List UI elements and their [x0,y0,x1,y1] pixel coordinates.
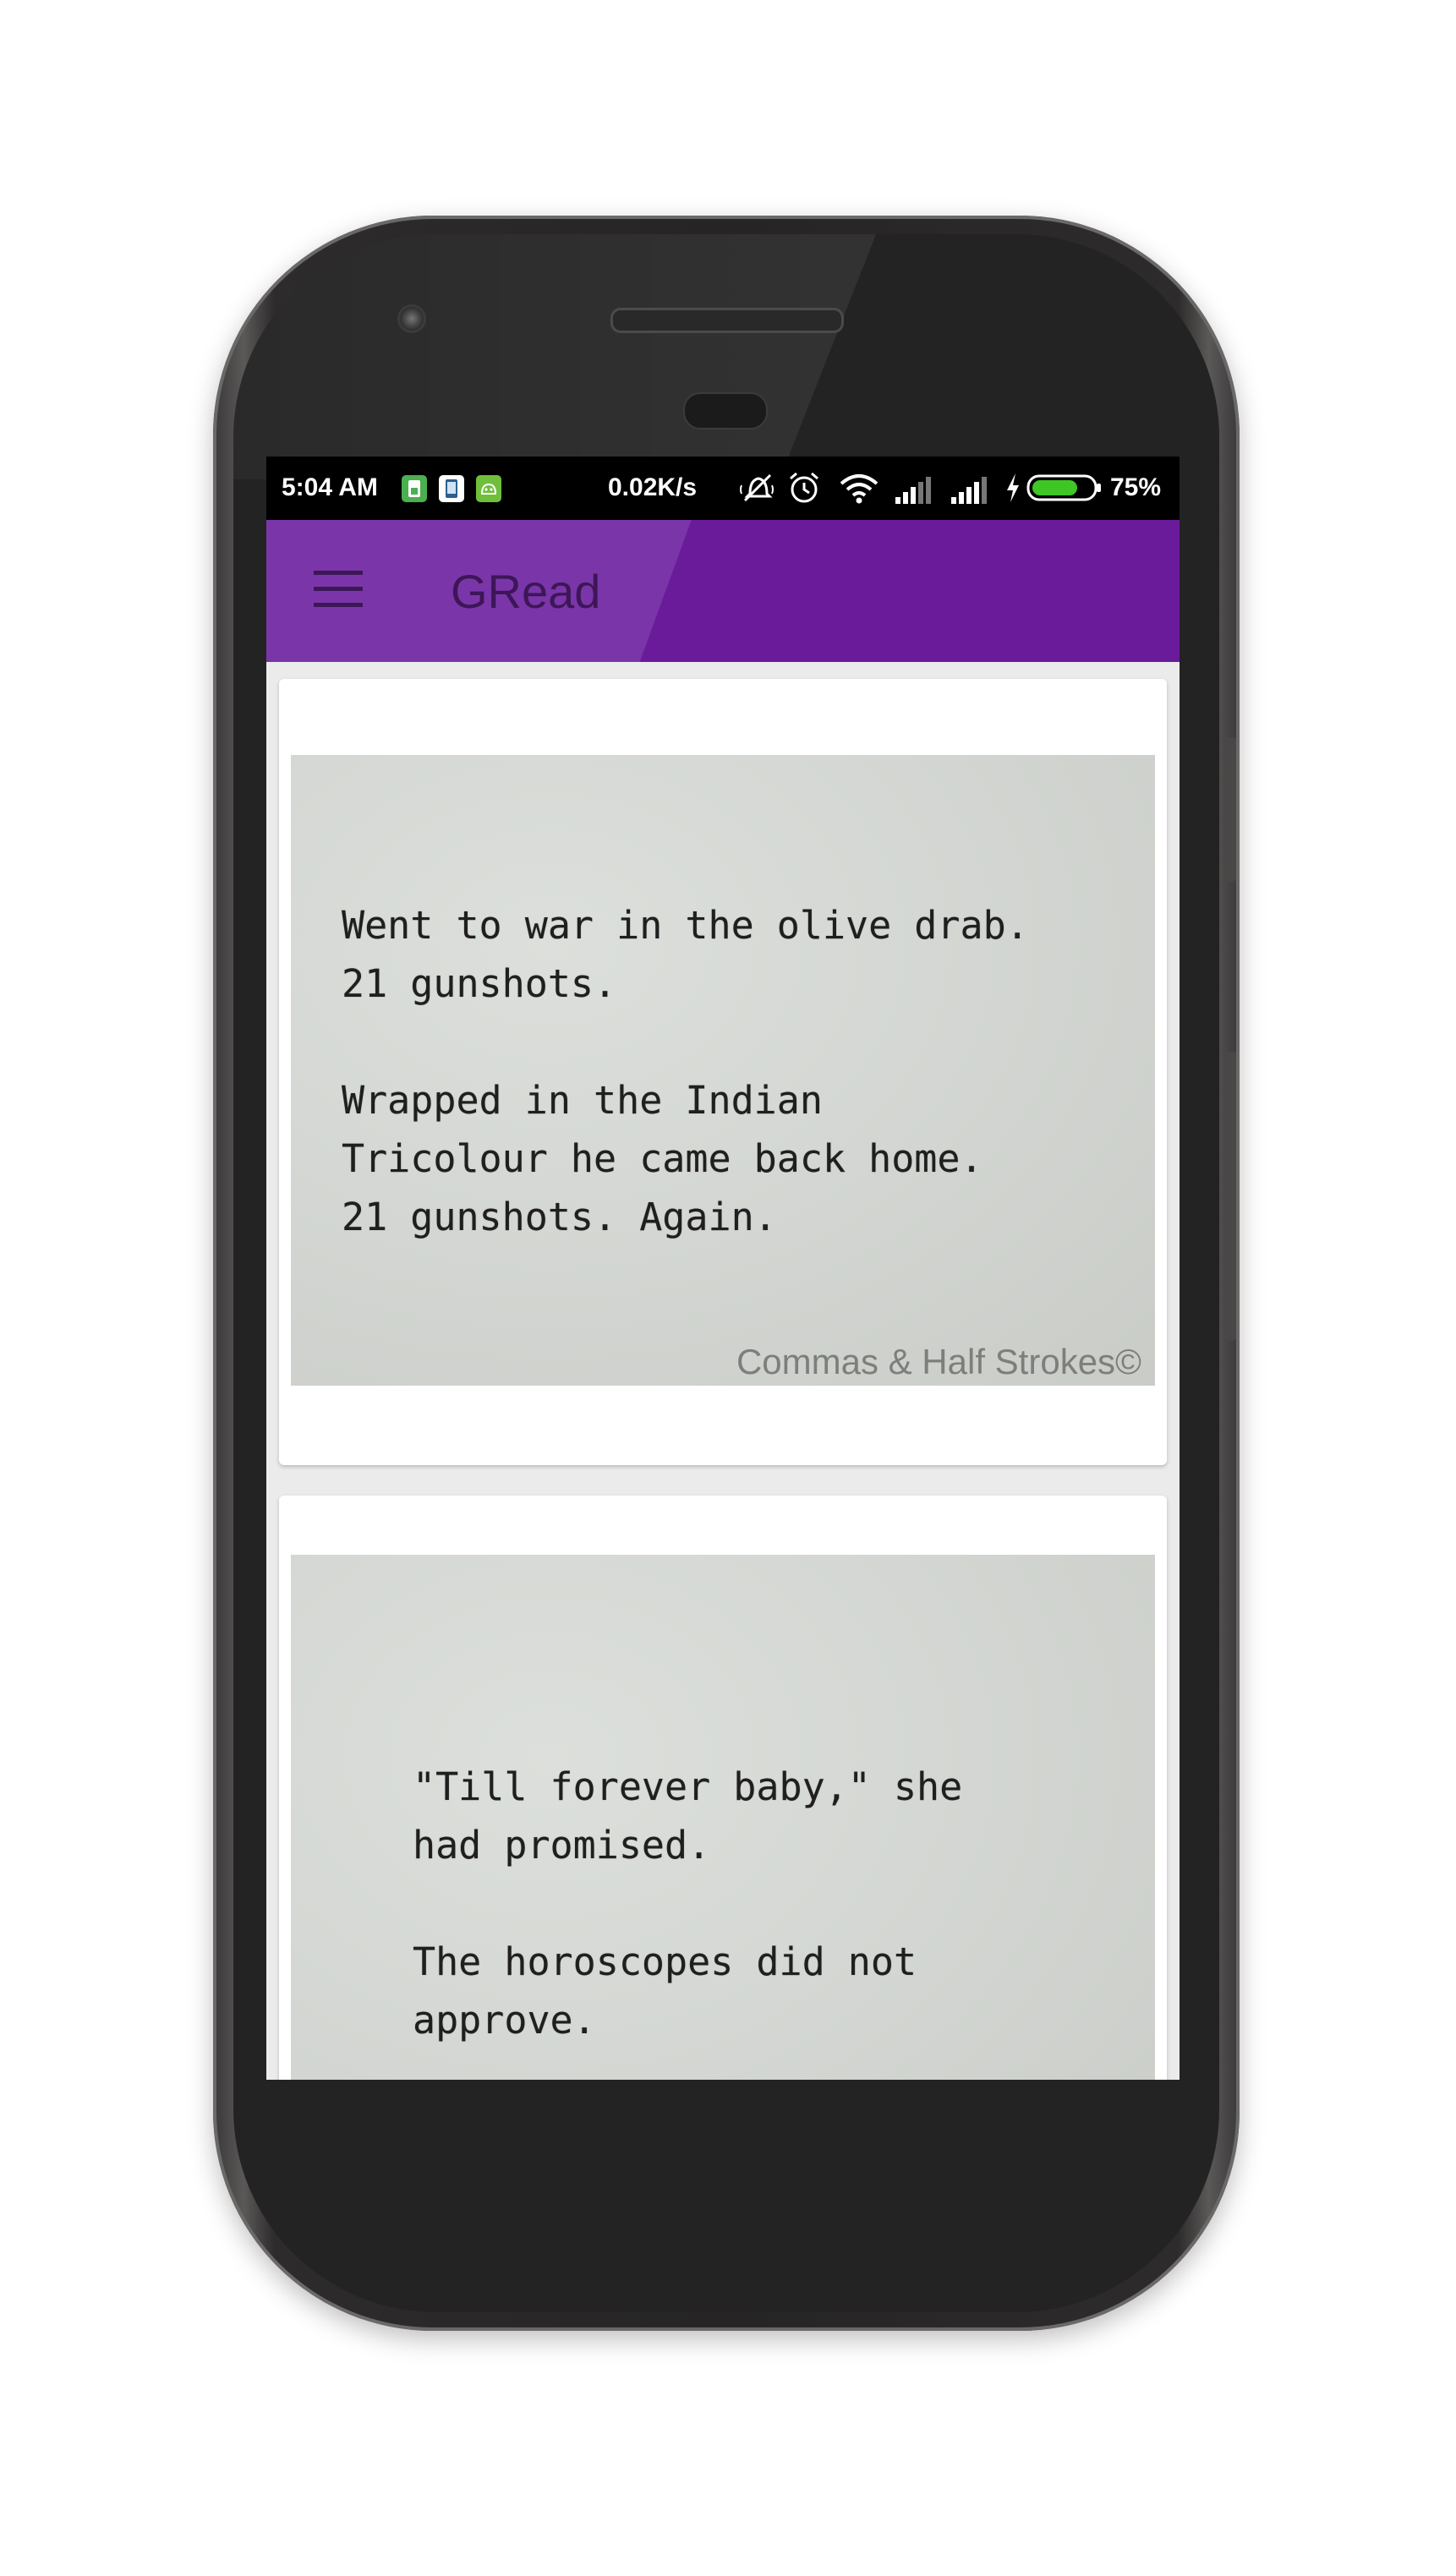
wifi-icon [840,474,879,504]
app-bar: GRead [266,520,1180,662]
app-title: GRead [451,565,601,618]
quote-text: Went to war in the olive drab. 21 gunsho… [342,903,1029,1239]
phone-notification-icon [439,475,464,502]
volume-button [1226,737,1236,881]
battery-percent: 75% [1110,473,1162,501]
proximity-sensor [683,392,768,429]
watermark: Commas & Half Strokes© [736,1342,1141,1381]
charging-icon [1007,473,1019,502]
power-button [1226,1052,1236,1341]
sim-notification-icon [402,475,427,502]
front-camera [397,304,426,333]
quote-card[interactable]: Went to war in the olive drab. 21 gunsho… [279,679,1167,1465]
earpiece-speaker [610,308,844,333]
battery-icon [1026,474,1101,501]
network-speed: 0.02K/s [608,473,698,501]
quote-text: "Till forever baby," she had promised. T… [413,1764,963,2043]
quote-image[interactable]: Went to war in the olive drab. 21 gunsho… [291,755,1155,1386]
status-bar: 5:04 AM 0.02K/s 75% [266,457,1180,520]
android-notification-icon [476,475,501,502]
quote-card[interactable]: "Till forever baby," she had promised. T… [279,1496,1167,2080]
signal-icon [951,477,987,504]
quote-image[interactable]: "Till forever baby," she had promised. T… [291,1555,1155,2080]
hamburger-menu-icon[interactable] [314,571,363,610]
alarm-icon [790,472,818,503]
signal-icon [895,477,931,504]
mute-vibrate-icon [740,473,774,502]
quote-feed[interactable]: Went to war in the olive drab. 21 gunsho… [266,662,1180,2080]
phone-gloss [233,234,876,479]
screen: 5:04 AM 0.02K/s 75% GRead Went to war in… [266,457,1180,2080]
status-time: 5:04 AM [282,473,378,501]
